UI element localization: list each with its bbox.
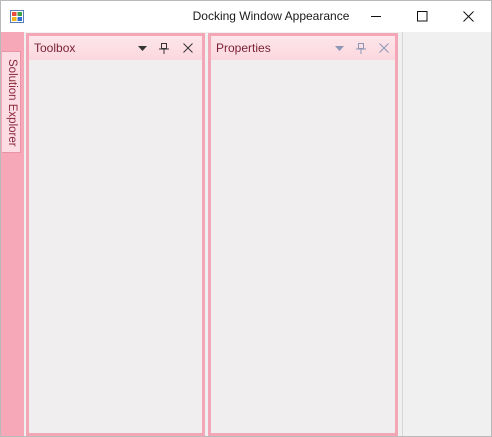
close-icon xyxy=(379,43,389,53)
toolbox-content: Toolbox xyxy=(29,36,202,433)
minimize-icon xyxy=(370,16,381,17)
toolbox-pin-button[interactable] xyxy=(157,41,171,55)
auto-hide-strip: Solution Explorer xyxy=(1,32,24,436)
chevron-down-icon xyxy=(137,45,147,51)
maximize-icon xyxy=(416,11,427,22)
properties-pin-button[interactable] xyxy=(354,41,368,55)
client-area: Solution Explorer Toolbox Properties xyxy=(1,32,491,436)
properties-dropdown-button[interactable] xyxy=(332,41,346,55)
document-area xyxy=(402,32,491,436)
solution-explorer-tab[interactable]: Solution Explorer xyxy=(2,51,21,153)
properties-close-button[interactable] xyxy=(377,41,391,55)
pin-icon xyxy=(159,42,169,54)
close-icon xyxy=(462,11,474,22)
properties-header[interactable]: Properties xyxy=(211,36,395,60)
title-bar[interactable]: Docking Window Appearance xyxy=(1,1,491,32)
toolbox-close-button[interactable] xyxy=(181,41,195,55)
properties-title: Properties xyxy=(216,41,271,55)
toolbox-title: Toolbox xyxy=(34,41,76,55)
chevron-down-icon xyxy=(334,45,344,51)
toolbox-dropdown-button[interactable] xyxy=(135,41,149,55)
toolbox-header[interactable]: Toolbox xyxy=(29,36,202,60)
toolbox-panel: Toolbox xyxy=(26,33,205,436)
maximize-button[interactable] xyxy=(399,1,445,32)
close-button[interactable] xyxy=(445,1,491,32)
close-icon xyxy=(183,43,193,53)
solution-explorer-tab-label: Solution Explorer xyxy=(6,59,18,147)
main-window: Docking Window Appearance Solution Explo… xyxy=(0,0,492,437)
properties-content: Properties xyxy=(211,36,395,433)
pin-icon xyxy=(356,42,366,54)
minimize-button[interactable] xyxy=(353,1,399,32)
properties-panel: Properties xyxy=(208,33,398,436)
